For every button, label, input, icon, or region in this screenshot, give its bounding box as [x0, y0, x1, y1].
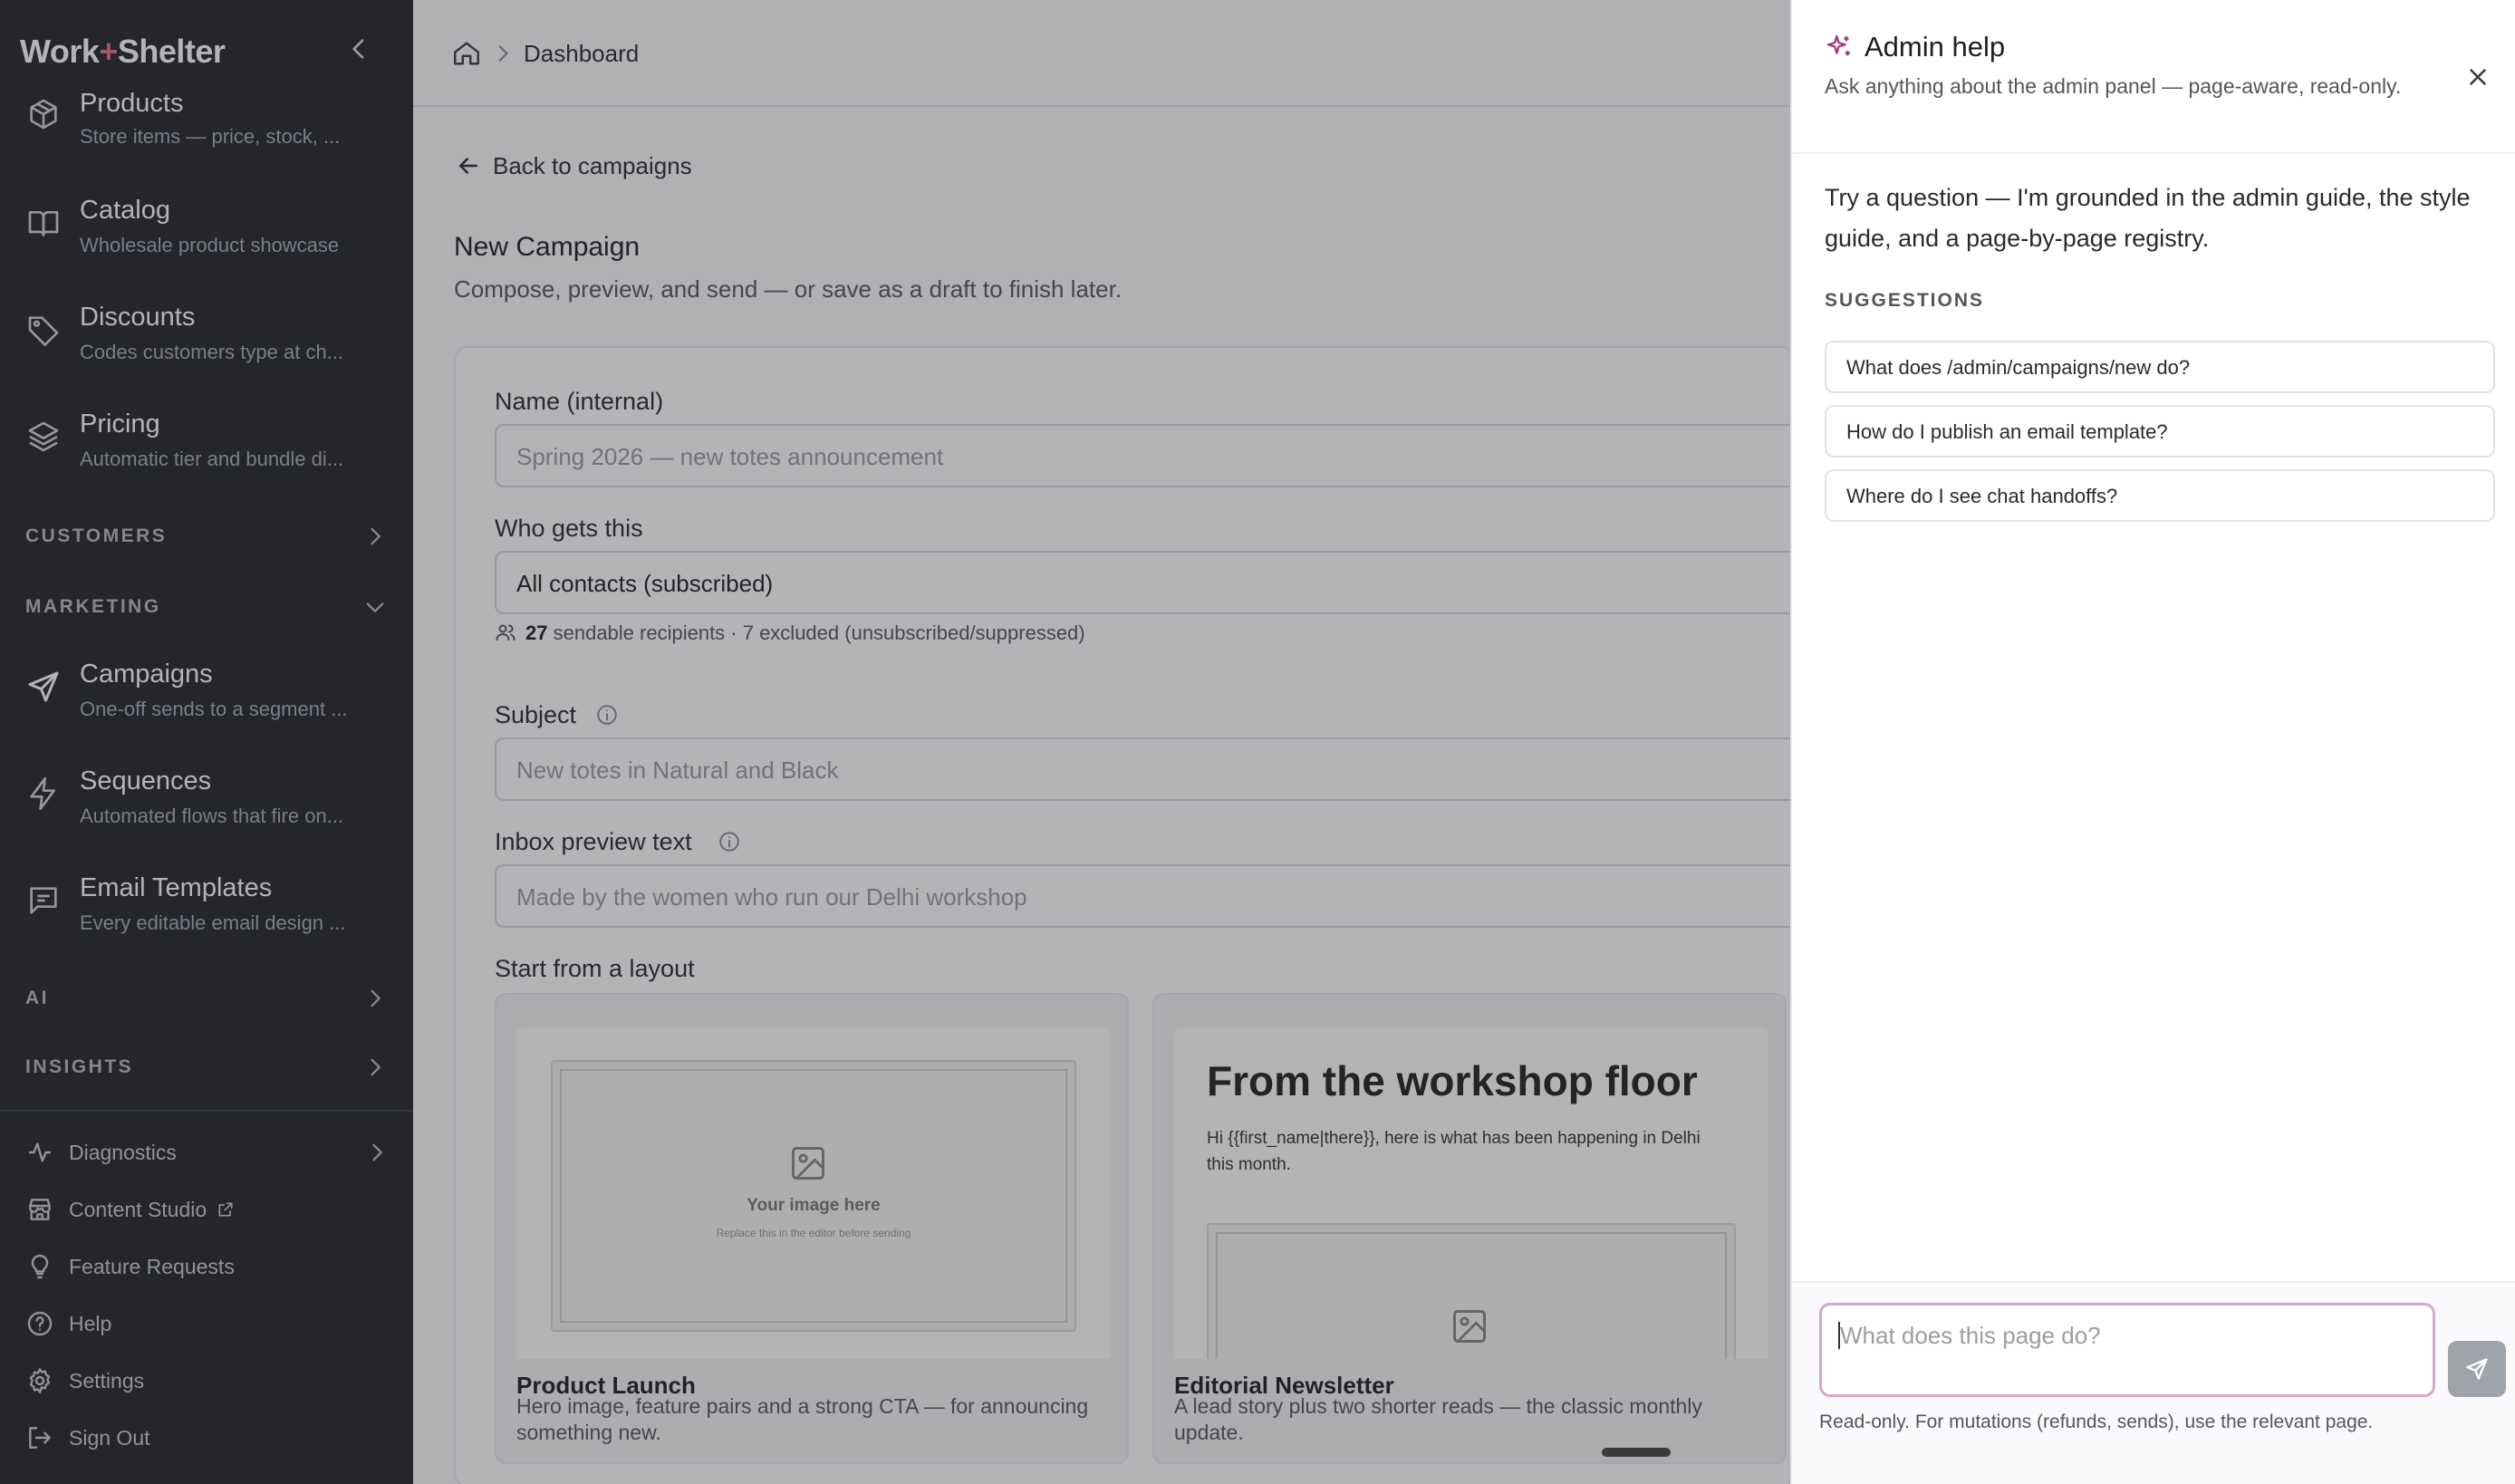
- read-only-note: Read-only. For mutations (refunds, sends…: [1819, 1412, 2374, 1432]
- suggestion-label: Where do I see chat handoffs?: [1846, 485, 2118, 507]
- help-composer: What does this page do? Read-only. For m…: [1792, 1281, 2515, 1484]
- suggestions-heading: SUGGESTIONS: [1825, 290, 1985, 311]
- panel-header: Admin help Ask anything about the admin …: [1792, 0, 2515, 154]
- suggestion-label: How do I publish an email template?: [1846, 420, 2168, 443]
- suggestion-button[interactable]: How do I publish an email template?: [1825, 405, 2495, 458]
- send-button[interactable]: [2448, 1341, 2506, 1397]
- sparkle-icon: [1825, 33, 1854, 62]
- send-icon: [2466, 1358, 2488, 1380]
- panel-subtitle: Ask anything about the admin panel — pag…: [1825, 74, 2402, 98]
- help-intro: Try a question — I'm grounded in the adm…: [1825, 184, 2471, 252]
- suggestion-label: What does /admin/campaigns/new do?: [1846, 356, 2191, 379]
- admin-help-panel: Admin help Ask anything about the admin …: [1790, 0, 2515, 1484]
- placeholder: What does this page do?: [1840, 1322, 2101, 1349]
- suggestion-button[interactable]: What does /admin/campaigns/new do?: [1825, 341, 2495, 393]
- help-question-input[interactable]: What does this page do?: [1819, 1303, 2435, 1397]
- suggestion-button[interactable]: Where do I see chat handoffs?: [1825, 469, 2495, 522]
- modal-backdrop[interactable]: [0, 0, 1790, 1484]
- close-icon[interactable]: [2464, 63, 2491, 91]
- panel-title: Admin help: [1865, 31, 2006, 63]
